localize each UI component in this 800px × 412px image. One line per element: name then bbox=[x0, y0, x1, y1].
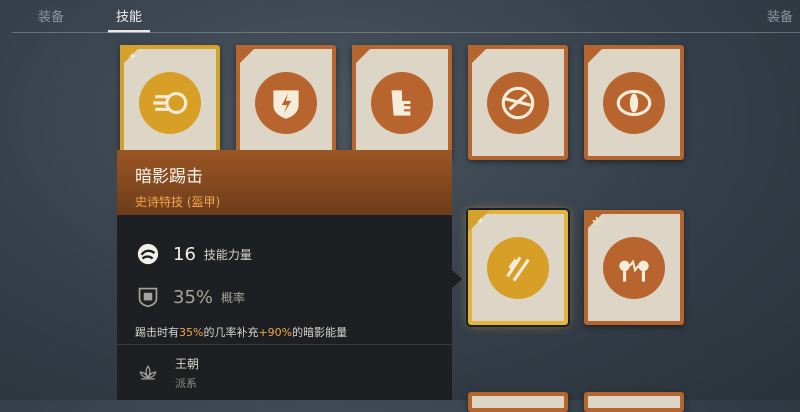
skill-card-electric-link[interactable]: ✢ bbox=[584, 210, 684, 325]
rarity-icon: ✦ bbox=[128, 50, 138, 63]
skill-card-broken-shield[interactable] bbox=[468, 45, 568, 160]
eye-icon bbox=[603, 71, 665, 134]
stat-label: 概率 bbox=[221, 290, 246, 305]
rarity-icon: ✦ bbox=[476, 215, 486, 228]
rarity-icon: ✢ bbox=[592, 215, 602, 228]
electric-link-icon bbox=[603, 236, 665, 299]
tooltip-header: 暗影踢击 史诗特技 (盔甲) bbox=[117, 150, 452, 215]
skill-subtitle: 史诗特技 (盔甲) bbox=[135, 195, 221, 209]
stat-label: 技能力量 bbox=[203, 247, 252, 262]
broken-shield-icon bbox=[487, 71, 549, 134]
skill-card-dash-strike[interactable]: ✦ bbox=[120, 45, 220, 160]
tab-bar: 装备 技能 装备 bbox=[0, 0, 800, 34]
faction-info: 王朝 派系 bbox=[135, 355, 199, 391]
stat-value: 16 bbox=[173, 243, 196, 265]
lotus-icon bbox=[135, 360, 161, 386]
tab-skills[interactable]: 技能 bbox=[116, 6, 142, 25]
skill-card-eye[interactable] bbox=[584, 45, 684, 160]
highlight-energy: +90% bbox=[258, 326, 293, 339]
skill-card-partial[interactable] bbox=[584, 392, 684, 412]
tab-equipment-right[interactable]: 装备 bbox=[767, 6, 793, 25]
stat-chance: 35% 概率 bbox=[135, 284, 245, 310]
skill-card-partial[interactable] bbox=[468, 392, 568, 412]
dice-shield-icon bbox=[135, 284, 161, 310]
skill-card-shield-bolt[interactable] bbox=[236, 45, 336, 160]
fist-icon bbox=[371, 71, 433, 134]
skill-card-fist[interactable] bbox=[352, 45, 452, 160]
stat-value: 35% bbox=[173, 286, 214, 308]
swirl-icon bbox=[135, 241, 161, 267]
stat-skill-power: 16 技能力量 bbox=[135, 241, 252, 267]
skill-card-lightning-slash[interactable]: ✦ bbox=[468, 210, 568, 325]
tooltip-pointer bbox=[452, 270, 462, 288]
faction-type: 派系 bbox=[175, 377, 197, 390]
skill-description: 踢击时有35%的几率补充+90%的暗影能量 bbox=[135, 326, 348, 339]
dash-strike-icon bbox=[139, 71, 201, 134]
highlight-chance: 35% bbox=[179, 326, 204, 339]
skill-title: 暗影踢击 bbox=[135, 167, 203, 187]
lightning-slash-icon bbox=[487, 236, 549, 299]
tooltip-divider bbox=[117, 344, 452, 345]
shield-bolt-icon bbox=[255, 71, 317, 134]
tab-divider bbox=[12, 32, 800, 33]
skill-tooltip: 暗影踢击 史诗特技 (盔甲) 16 技能力量 35% 概率 踢击时有35%的几率… bbox=[117, 150, 452, 400]
tab-equipment[interactable]: 装备 bbox=[38, 6, 64, 25]
faction-name: 王朝 bbox=[175, 357, 200, 371]
